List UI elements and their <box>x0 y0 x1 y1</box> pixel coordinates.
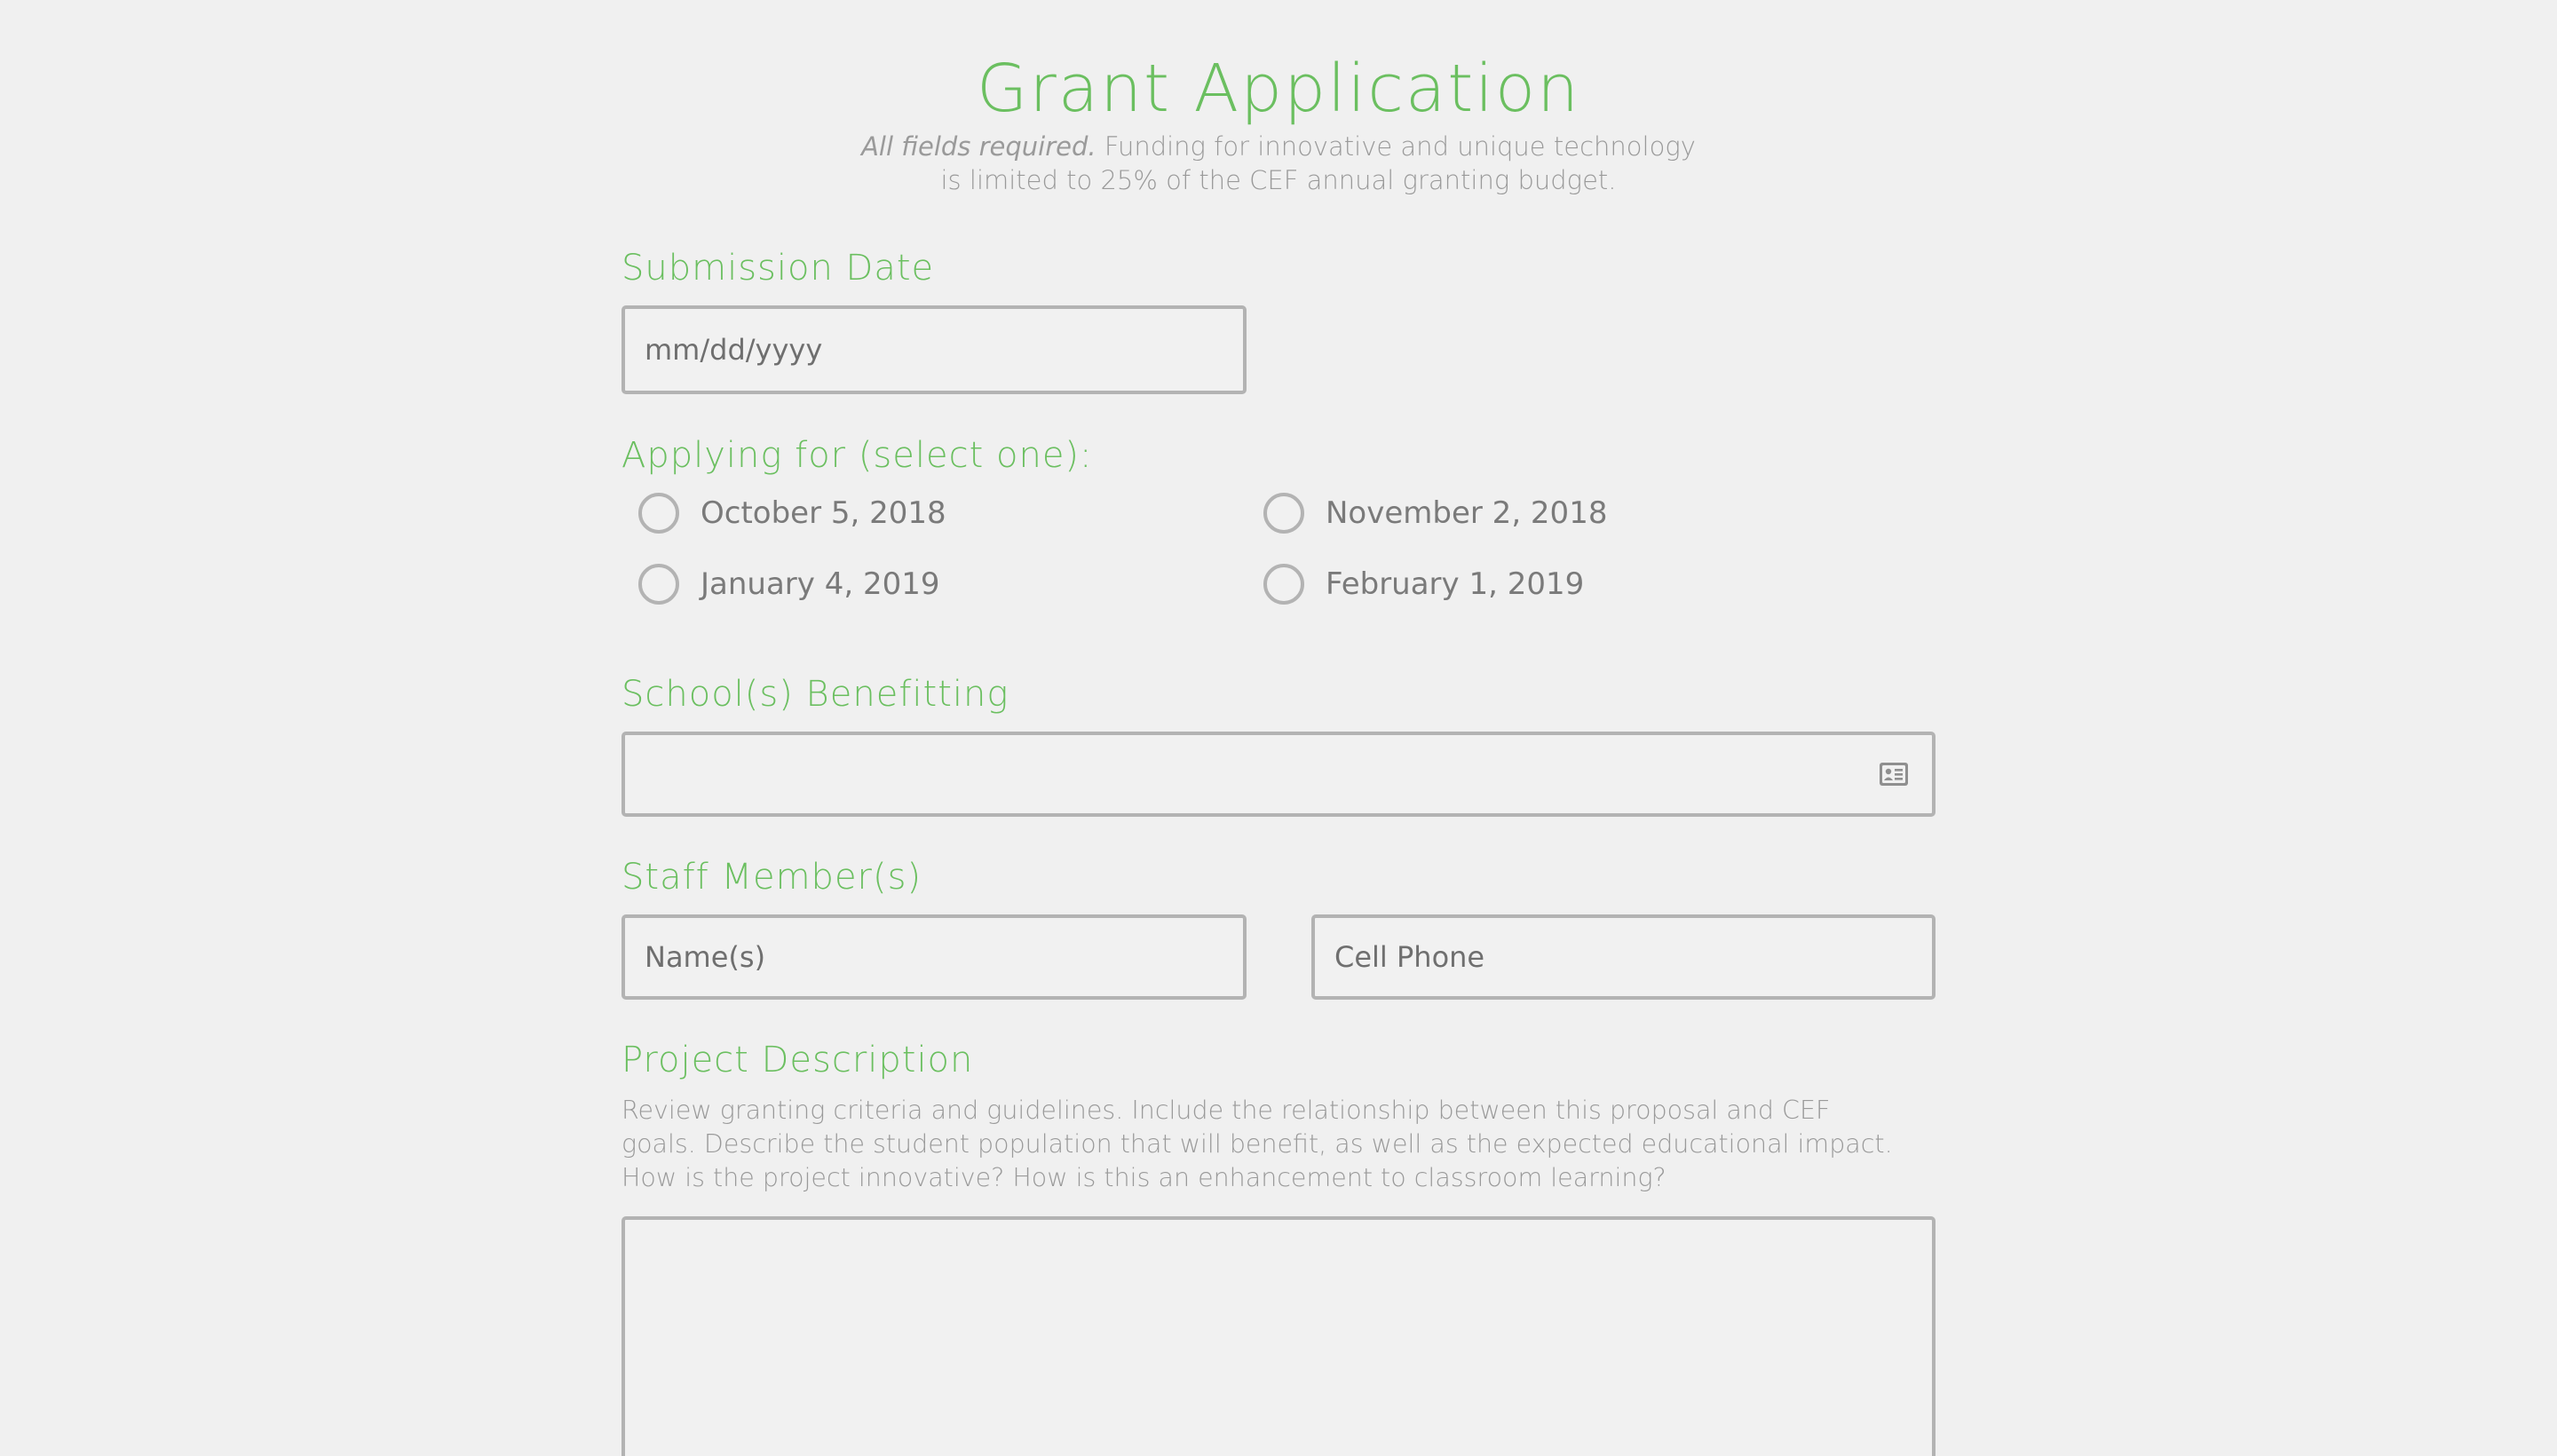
radio-label: November 2, 2018 <box>1326 495 1608 531</box>
required-note: All fields required. <box>861 131 1096 162</box>
radio-label: February 1, 2019 <box>1326 566 1585 602</box>
project-description-help: Review granting criteria and guidelines.… <box>621 1094 1936 1195</box>
radio-option-nov-2018[interactable]: November 2, 2018 <box>1263 491 1607 535</box>
page-subtitle: All fields required. Funding for innovat… <box>621 130 1936 197</box>
radio-option-oct-2018[interactable]: October 5, 2018 <box>638 491 946 535</box>
submission-date-label: Submission Date <box>621 248 935 289</box>
radio-option-jan-2019[interactable]: January 4, 2019 <box>638 562 939 606</box>
radio-circle[interactable] <box>1263 493 1304 534</box>
radio-circle[interactable] <box>638 564 679 605</box>
radio-circle[interactable] <box>1263 564 1304 605</box>
subtitle-line2: is limited to 25% of the CEF annual gran… <box>940 165 1617 195</box>
help-line: How is the project innovative? How is th… <box>621 1163 1666 1192</box>
radio-circle[interactable] <box>638 493 679 534</box>
cell-phone-input[interactable]: Cell Phone <box>1311 914 1936 1000</box>
submission-date-input[interactable]: mm/dd/yyyy <box>621 305 1247 394</box>
cell-phone-placeholder: Cell Phone <box>1334 940 1485 974</box>
radio-option-feb-2019[interactable]: February 1, 2019 <box>1263 562 1584 606</box>
grant-application-page: Grant Application All fields required. F… <box>0 0 2557 1456</box>
contact-card-icon[interactable] <box>1879 762 1909 787</box>
help-line: Review granting criteria and guidelines.… <box>621 1096 1831 1125</box>
applying-for-label: Applying for (select one): <box>621 435 1093 476</box>
staff-label: Staff Member(s) <box>621 857 922 898</box>
radio-label: October 5, 2018 <box>701 495 946 531</box>
project-description-textarea[interactable] <box>621 1216 1936 1456</box>
help-line: goals. Describe the student population t… <box>621 1129 1893 1159</box>
submission-date-placeholder: mm/dd/yyyy <box>645 333 823 367</box>
subtitle-line1: Funding for innovative and unique techno… <box>1096 131 1696 162</box>
staff-name-input[interactable]: Name(s) <box>621 914 1247 1000</box>
schools-input[interactable] <box>621 732 1936 817</box>
schools-label: School(s) Benefitting <box>621 674 1009 715</box>
project-description-label: Project Description <box>621 1040 974 1080</box>
page-title: Grant Application <box>976 51 1581 127</box>
radio-label: January 4, 2019 <box>701 566 940 602</box>
staff-name-placeholder: Name(s) <box>645 940 766 974</box>
